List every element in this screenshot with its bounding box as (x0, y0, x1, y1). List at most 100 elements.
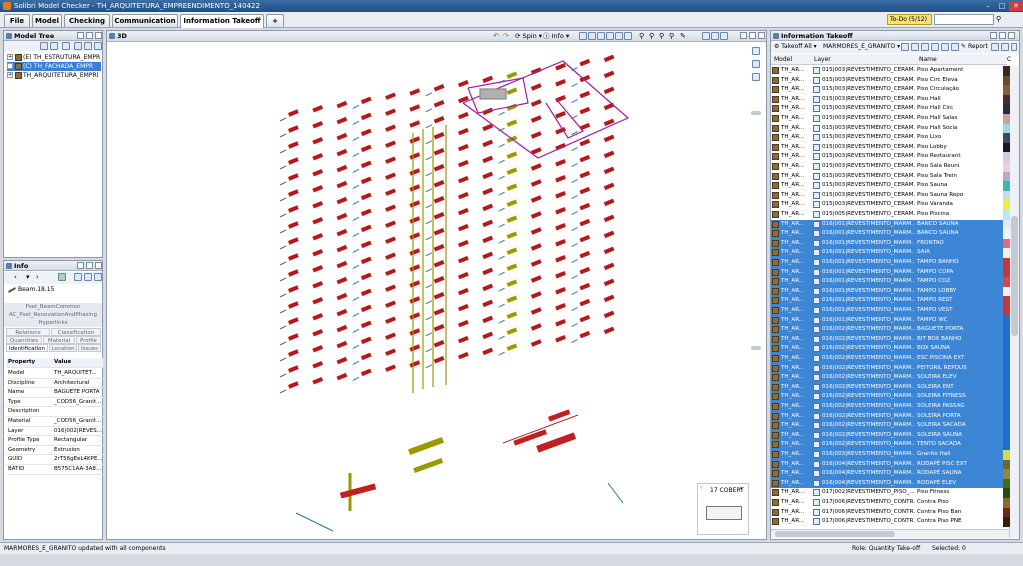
floor-plan-navigator[interactable]: ▿ 17 COBERT ▾ (697, 483, 749, 535)
tab-model[interactable]: Model (32, 14, 62, 27)
level-slider-handle[interactable] (751, 346, 761, 350)
hierarchy-icon[interactable] (62, 42, 70, 50)
new-definition-icon[interactable] (901, 43, 909, 51)
panel-maximize-icon[interactable] (86, 262, 93, 269)
info-dropdown[interactable]: ⓘ Info ▾ (543, 31, 569, 41)
tree-structure-icon[interactable] (50, 42, 58, 50)
layout-icon[interactable] (702, 32, 710, 40)
table-row[interactable]: TH_AR... 016|001|REVESTIMENTO_MARM... FRON… (771, 238, 1007, 249)
tab-location[interactable]: Location (49, 344, 77, 352)
color-swatch[interactable] (1003, 450, 1010, 460)
table-row[interactable]: TH_AR... 015|003|REVESTIMENTO_CERAM... Pis… (771, 95, 1007, 105)
folder-icon[interactable] (941, 43, 949, 51)
tree-item-fachada[interactable]: + (C) TH_FACHADA_EMPR (7, 62, 101, 71)
collapse-icon[interactable] (1001, 43, 1009, 51)
table-row[interactable]: TH_AR... 016|002|REVESTIMENTO_MARM... BOX … (771, 344, 1007, 354)
copy-icon[interactable] (921, 43, 929, 51)
tree-item-estrutura[interactable]: + (E) TH_ESTRUTURA_EMPR (7, 53, 101, 62)
menu-icon[interactable] (94, 273, 102, 281)
grid-icon[interactable] (752, 60, 760, 68)
column-header-name[interactable]: Name (919, 54, 937, 65)
color-swatch[interactable] (1003, 517, 1010, 527)
panel-minimize-icon[interactable] (990, 32, 997, 39)
table-row[interactable]: TH_AR... 015|003|REVESTIMENTO_CERAM... Pis… (771, 200, 1007, 210)
takeoff-all-button[interactable]: ⚙ Takeoff All ▾ (774, 43, 817, 50)
table-row[interactable]: Material _COD56_Granit... (6, 417, 103, 427)
color-swatch[interactable] (1003, 286, 1010, 297)
color-swatch[interactable] (1003, 75, 1010, 86)
spin-dropdown[interactable]: ⟳ Spin ▾ (515, 31, 542, 41)
wireframe-icon[interactable] (606, 32, 614, 40)
color-swatch[interactable] (1003, 200, 1010, 210)
panel-maximize-icon[interactable] (999, 32, 1006, 39)
panel-maximize-icon[interactable] (86, 32, 93, 39)
section-hyperlinks[interactable]: Hyperlinks (4, 319, 102, 327)
table-row[interactable]: TH_AR... 016|001|REVESTIMENTO_MARM... TAMP… (771, 286, 1007, 297)
color-swatch[interactable] (1003, 315, 1010, 326)
panel-close-icon[interactable] (1008, 32, 1015, 39)
back-icon[interactable]: ‹ (14, 273, 17, 281)
forward-icon[interactable]: › (36, 273, 39, 281)
color-swatch[interactable] (1003, 229, 1010, 239)
menu-icon[interactable] (94, 42, 102, 50)
panel-close-icon[interactable] (95, 32, 102, 39)
table-row[interactable]: TH_AR... 015|003|REVESTIMENTO_CERAM... Pis… (771, 172, 1007, 182)
search-icon[interactable]: ⚲ (996, 15, 1001, 23)
color-swatch[interactable] (1003, 421, 1010, 431)
layers-icon[interactable] (752, 73, 760, 81)
table-row[interactable]: TH_AR... 015|003|REVESTIMENTO_CERAM... Pis… (771, 104, 1007, 114)
table-row[interactable]: Geometry Extrusion (6, 446, 103, 456)
table-row[interactable]: GUID 2rT56gEeL4KPE... (6, 455, 103, 465)
table-row[interactable]: TH_AR... 015|003|REVESTIMENTO_CERAM... Pis… (771, 181, 1007, 191)
table-row[interactable]: Name BAGUETE PORTA (6, 388, 103, 398)
color-swatch[interactable] (1003, 162, 1010, 172)
measure-icon[interactable]: ✎ (680, 31, 686, 41)
color-swatch[interactable] (1003, 133, 1010, 143)
color-swatch[interactable] (1003, 219, 1010, 230)
color-swatch[interactable] (1003, 104, 1010, 114)
tab-checking[interactable]: Checking (64, 14, 110, 27)
table-row[interactable]: TH_AR... 016|002|REVESTIMENTO_MARM... SOLE… (771, 382, 1007, 393)
color-swatch[interactable] (1003, 469, 1010, 479)
column-header-layer[interactable]: Layer (814, 54, 831, 65)
section-pset-renovation[interactable]: AC_Pset_RenovationAndPhasing (4, 311, 102, 319)
color-swatch[interactable] (1003, 325, 1010, 335)
color-swatch[interactable] (1003, 85, 1010, 95)
collapse-icon[interactable] (84, 42, 92, 50)
tab-classification[interactable]: Classification (51, 328, 101, 336)
color-swatch[interactable] (1003, 392, 1010, 402)
sync-icon[interactable] (58, 273, 66, 281)
color-swatch[interactable] (1003, 354, 1010, 364)
color-swatch[interactable] (1003, 488, 1010, 498)
table-row[interactable]: TH_AR... 016|002|REVESTIMENTO_MARM... SOLE… (771, 430, 1007, 441)
minimize-icon[interactable]: – (981, 1, 995, 11)
table-row[interactable]: TH_AR... 016|004|REVESTIMENTO_MARM... RODA… (771, 459, 1007, 470)
table-row[interactable]: TH_AR... 017|002|REVESTIMENTO_PISO_... Pis… (771, 488, 1007, 498)
tab-relations[interactable]: Relations (6, 328, 50, 336)
color-swatch[interactable] (1003, 296, 1010, 306)
filter-icon[interactable] (40, 42, 48, 50)
tab-material[interactable]: Material (43, 336, 75, 344)
table-row[interactable]: TH_AR... 016|004|REVESTIMENTO_MARM... RODA… (771, 469, 1007, 479)
table-row[interactable]: Profile Type Rectangular (6, 436, 103, 446)
scrollbar-thumb[interactable] (1011, 216, 1018, 336)
3d-model-viewport[interactable] (108, 43, 748, 539)
table-row[interactable]: TH_AR... 017|006|REVESTIMENTO_CONTR... Con… (771, 508, 1007, 518)
table-row[interactable]: TH_AR... 016|004|REVESTIMENTO_MARM... RODA… (771, 478, 1007, 489)
search-input[interactable] (934, 14, 994, 25)
color-swatch[interactable] (1003, 248, 1010, 258)
table-row[interactable]: Description (6, 407, 103, 417)
column-header-property[interactable]: Property (8, 358, 35, 368)
color-swatch[interactable] (1003, 277, 1010, 287)
close-icon[interactable]: ✕ (1009, 1, 1023, 11)
undo-icon[interactable]: ↶ (493, 31, 499, 41)
tree-item-arquitetura[interactable]: + TH_ARQUITETURA_EMPRI (7, 71, 101, 80)
maximize-icon[interactable]: □ (995, 1, 1009, 11)
dropdown-icon[interactable]: ▾ (26, 273, 30, 281)
table-row[interactable]: TH_AR... 016|002|REVESTIMENTO_MARM... ESC … (771, 354, 1007, 364)
color-swatch[interactable] (1003, 238, 1010, 249)
table-row[interactable]: TH_AR... 017|006|REVESTIMENTO_CONTR... Con… (771, 517, 1007, 527)
expand-icon[interactable] (74, 273, 82, 281)
panel-minimize-icon[interactable] (77, 32, 84, 39)
section-box-icon[interactable] (579, 32, 587, 40)
